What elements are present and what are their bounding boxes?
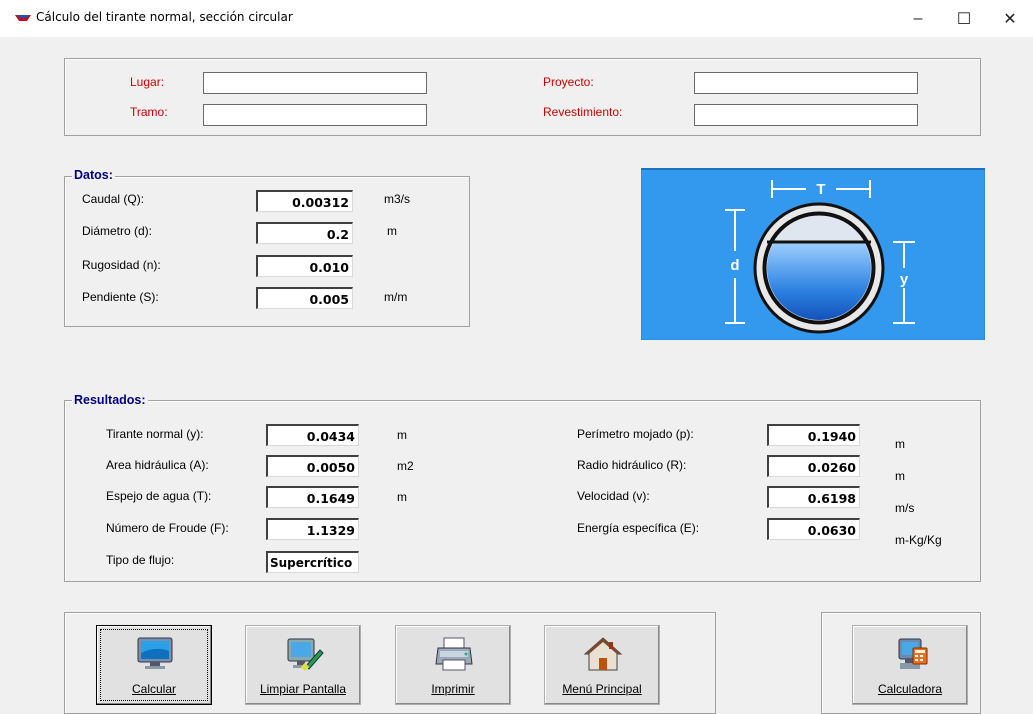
radio-hidraulico-unit: m bbox=[895, 469, 905, 483]
espejo-agua-label: Espejo de agua (T): bbox=[106, 489, 212, 503]
menu-principal-label: Menú Principal bbox=[562, 682, 642, 696]
area-hidraulica-value: 0.0050 bbox=[266, 455, 359, 477]
tramo-label: Tramo: bbox=[130, 105, 168, 119]
caudal-input[interactable]: 0.00312 bbox=[256, 190, 353, 212]
caudal-label: Caudal (Q): bbox=[82, 192, 145, 206]
calculator-icon bbox=[898, 638, 928, 669]
pendiente-unit: m/m bbox=[384, 290, 408, 304]
diagram-label-d: d bbox=[730, 257, 739, 274]
limpiar-pantalla-button[interactable]: Limpiar Pantalla bbox=[245, 625, 361, 705]
area-hidraulica-label: Area hidráulica (A): bbox=[106, 458, 209, 472]
tipo-flujo-label: Tipo de flujo: bbox=[106, 553, 175, 567]
calculadora-label: Calculadora bbox=[877, 682, 943, 696]
diametro-label: Diámetro (d): bbox=[82, 224, 153, 238]
espejo-agua-value: 0.1649 bbox=[266, 486, 359, 508]
caudal-unit: m3/s bbox=[384, 192, 411, 206]
datos-legend: Datos: bbox=[72, 168, 115, 182]
numero-froude-value: 1.1329 bbox=[266, 518, 359, 540]
espejo-agua-unit: m bbox=[397, 490, 407, 504]
revestimiento-input[interactable] bbox=[694, 104, 918, 126]
perimetro-mojado-unit: m bbox=[895, 437, 905, 451]
resultados-legend: Resultados: bbox=[72, 393, 148, 407]
numero-froude-label: Número de Froude (F): bbox=[106, 521, 229, 535]
close-button[interactable]: ✕ bbox=[987, 0, 1033, 37]
minimize-icon: – bbox=[913, 9, 923, 27]
imprimir-button[interactable]: Imprimir bbox=[395, 625, 511, 705]
tramo-input[interactable] bbox=[203, 104, 427, 126]
pendiente-input[interactable]: 0.005 bbox=[256, 287, 353, 309]
radio-hidraulico-label: Radio hidráulico (R): bbox=[577, 458, 687, 472]
calculadora-button[interactable]: Calculadora bbox=[852, 625, 968, 705]
energia-especifica-unit: m-Kg/Kg bbox=[895, 533, 942, 547]
tirante-normal-value: 0.0434 bbox=[266, 424, 359, 446]
maximize-icon: ☐ bbox=[956, 10, 972, 28]
app-logo-icon bbox=[15, 15, 31, 21]
lugar-input[interactable] bbox=[203, 72, 427, 94]
proyecto-input[interactable] bbox=[694, 72, 918, 94]
energia-especifica-value: 0.0630 bbox=[767, 518, 860, 540]
pendiente-label: Pendiente (S): bbox=[82, 290, 159, 304]
diagram-label-y: y bbox=[900, 271, 909, 288]
pipe-section-diagram: T d y bbox=[641, 168, 985, 340]
calcular-button[interactable]: Calcular bbox=[96, 625, 212, 705]
velocidad-value: 0.6198 bbox=[767, 486, 860, 508]
title-bar: Cálculo del tirante normal, sección circ… bbox=[0, 0, 1033, 37]
window-title: Cálculo del tirante normal, sección circ… bbox=[36, 10, 293, 24]
velocidad-label: Velocidad (v): bbox=[577, 489, 650, 503]
diametro-unit: m bbox=[387, 224, 397, 238]
energia-especifica-label: Energía específica (E): bbox=[577, 521, 700, 535]
minimize-button[interactable]: – bbox=[895, 0, 941, 37]
rugosidad-input[interactable]: 0.010 bbox=[256, 255, 353, 277]
radio-hidraulico-value: 0.0260 bbox=[767, 455, 860, 477]
tirante-normal-label: Tirante normal (y): bbox=[106, 427, 204, 441]
tipo-flujo-value: Supercrítico bbox=[266, 551, 359, 573]
maximize-button[interactable]: ☐ bbox=[941, 0, 987, 37]
house-icon bbox=[583, 637, 623, 671]
perimetro-mojado-value: 0.1940 bbox=[767, 424, 860, 446]
computer-monitor-icon bbox=[137, 637, 173, 669]
velocidad-unit: m/s bbox=[895, 501, 915, 515]
printer-icon bbox=[435, 637, 473, 671]
close-icon: ✕ bbox=[1003, 10, 1017, 28]
proyecto-label: Proyecto: bbox=[543, 75, 594, 89]
menu-principal-button[interactable]: Menú Principal bbox=[544, 625, 660, 705]
revestimiento-label: Revestimiento: bbox=[543, 105, 623, 119]
calcular-label: Calcular bbox=[131, 682, 176, 696]
rugosidad-label: Rugosidad (n): bbox=[82, 258, 161, 272]
tirante-normal-unit: m bbox=[397, 428, 407, 442]
diametro-input[interactable]: 0.2 bbox=[256, 222, 353, 244]
monitor-brush-icon bbox=[287, 638, 324, 672]
lugar-label: Lugar: bbox=[130, 75, 165, 89]
imprimir-label: Imprimir bbox=[431, 682, 475, 696]
diagram-label-t: T bbox=[816, 181, 825, 198]
limpiar-pantalla-label: Limpiar Pantalla bbox=[259, 682, 347, 696]
area-hidraulica-unit: m2 bbox=[397, 459, 414, 473]
perimetro-mojado-label: Perímetro mojado (p): bbox=[577, 427, 694, 441]
